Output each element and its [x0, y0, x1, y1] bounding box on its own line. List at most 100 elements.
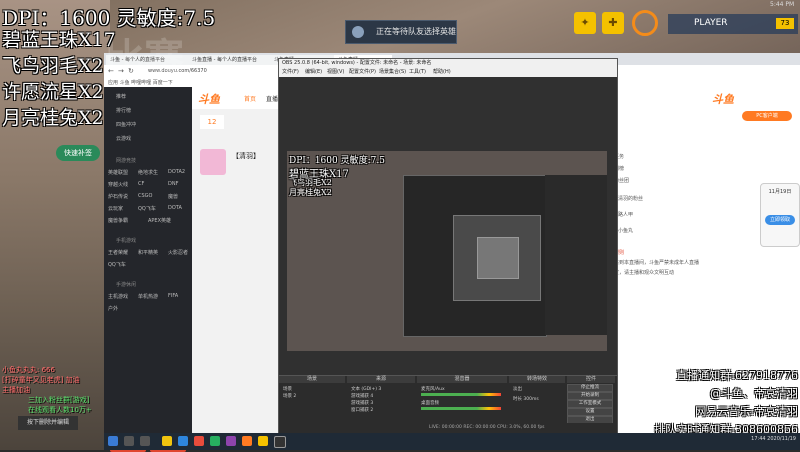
promo-claim-button[interactable]: 立即领取 — [765, 215, 795, 225]
nav-game[interactable]: CSGO — [138, 193, 152, 199]
douyu-app-icon[interactable] — [242, 436, 252, 446]
stop-stream-button[interactable]: 停止推流 — [567, 384, 613, 392]
overwatch-logo-icon — [632, 10, 658, 36]
obs-menu-item[interactable]: 视图(V) — [327, 68, 344, 77]
nav-game[interactable]: CF — [138, 181, 144, 187]
mixer-channel: 桌面音频 — [421, 401, 439, 406]
player-card[interactable]: PLAYER 73 — [668, 14, 798, 34]
nav-mobile-game[interactable]: 王者荣耀 — [108, 249, 128, 256]
obs-app-icon[interactable] — [274, 436, 286, 448]
source-item[interactable]: 游戏捕获 4 — [351, 393, 373, 399]
start-menu-icon[interactable] — [108, 436, 118, 446]
tray-clock[interactable]: 17:44 2020/11/19 — [751, 436, 796, 442]
browser-tab[interactable]: 斗鱼直播 - 每个人的直播平台 — [188, 55, 274, 65]
gift-count-text: 飞鸟羽毛X2 — [2, 55, 104, 77]
promo-popup[interactable]: 11月19日 立即领取 — [760, 183, 800, 247]
scene-item[interactable]: 场景 2 — [283, 393, 296, 399]
source-item[interactable]: 窗口捕获 2 — [351, 407, 373, 413]
group-icon[interactable]: ✦ — [574, 12, 596, 34]
nav-item-fish[interactable]: 四鱼冲冲 — [116, 121, 136, 128]
nav-other[interactable]: FIFA — [168, 293, 178, 299]
transition-duration[interactable]: 时长 300ms — [513, 396, 539, 402]
nav-mobile-game[interactable]: QQ飞车 — [108, 261, 126, 268]
edge-browser-icon[interactable] — [178, 436, 188, 446]
header-link-live[interactable]: 直播 — [266, 94, 278, 103]
gift-count-text: 月亮桂兔X2 — [2, 107, 104, 129]
obs-menu-item[interactable]: 配置文件(P) — [349, 68, 376, 77]
nav-item-cloud[interactable]: 云游戏 — [116, 135, 131, 142]
player-level: 73 — [776, 18, 794, 29]
player-name: PLAYER — [694, 18, 728, 28]
nav-game[interactable]: 绝地求生 — [138, 169, 158, 176]
obs-window: OBS 25.0.8 (64-bit, windows) - 配置文件: 未命名… — [278, 58, 618, 438]
gift-count-text: 碧蓝王珠X17 — [2, 29, 116, 51]
obs-menu-item[interactable]: 工具(T) — [409, 68, 426, 77]
chrome-icon[interactable] — [258, 436, 268, 446]
chat-line: 三加入粉丝群[游戏] — [28, 396, 90, 404]
nav-game[interactable]: DOTA2 — [168, 169, 185, 175]
dock-header-sources: 来源 — [347, 376, 415, 383]
chat-message: 欢迎来到本直播间，斗鱼严禁未成年人直播 — [604, 260, 700, 266]
nav-game[interactable]: QQ飞车 — [138, 205, 156, 212]
nav-game[interactable]: DNF — [168, 181, 178, 187]
obs-title: OBS 25.0.8 (64-bit, windows) - 配置文件: 未命名… — [282, 60, 432, 66]
mixer-meter — [421, 393, 501, 396]
header-link-home[interactable]: 首页 — [244, 94, 256, 103]
obs-menu-item[interactable]: 编辑(E) — [305, 68, 322, 77]
nav-other[interactable]: 单机热游 — [138, 293, 158, 300]
nested-gift-text: 月亮桂兔X2 — [289, 188, 332, 197]
top-right-clock: 5:44 PM — [770, 1, 795, 8]
nav-game[interactable]: 云玩家 — [108, 205, 123, 212]
nav-mobile-game[interactable]: 和平精英 — [138, 249, 158, 256]
source-item[interactable]: 游戏捕获 3 — [351, 400, 373, 406]
rank-name: 小鱼丸 — [618, 228, 634, 234]
obs-menu-item[interactable]: 场景集合(S) — [379, 68, 406, 77]
queue-text: 正在等待队友选择英雄 — [376, 27, 456, 36]
scene-item[interactable]: 场景 — [283, 386, 292, 392]
nav-game[interactable]: 穿越火线 — [108, 181, 128, 188]
dock-header-transitions: 转场特效 — [509, 376, 565, 383]
stream-chat-overlay: 小鱼丸丸丸: 666 [打碎童年又见老虎] 加油 主播加油 三加入粉丝群[游戏]… — [0, 355, 104, 415]
side-badge[interactable]: 快速补签 — [56, 145, 100, 161]
obs-menu-item[interactable]: 帮助(H) — [433, 68, 451, 77]
nav-game[interactable]: 魔兽争霸 — [108, 217, 128, 224]
douyu-left-nav: 推荐 排行榜 四鱼冲冲 云游戏 网游竞技 英雄联盟 绝地求生 DOTA2 穿越火… — [104, 87, 192, 452]
nav-other[interactable]: 主机游戏 — [108, 293, 128, 300]
dock-header-scenes: 场景 — [279, 376, 345, 383]
delete-edit-button[interactable]: 按下删除并编辑 — [18, 416, 78, 430]
app-icon[interactable] — [194, 436, 204, 446]
douyu-logo[interactable]: 斗鱼 — [198, 91, 220, 107]
app-icon[interactable] — [226, 436, 236, 446]
chat-line: 小鱼丸丸丸: 666 — [2, 366, 55, 374]
settings-button[interactable]: 设置 — [567, 408, 613, 416]
mixer-channel: 麦克风/Aux — [421, 387, 445, 392]
search-icon[interactable] — [124, 436, 134, 446]
nav-game[interactable]: 炉石传说 — [108, 193, 128, 200]
social-icon[interactable]: ✚ — [602, 12, 624, 34]
nav-item-rank[interactable]: 排行榜 — [116, 107, 131, 114]
obs-menu-item[interactable]: 文件(F) — [282, 68, 299, 77]
nav-section-other: 手游休闲 — [116, 282, 137, 288]
task-view-icon[interactable] — [140, 436, 150, 446]
nav-game[interactable]: 魔兽 — [168, 193, 178, 200]
douyu-handle-text: @斗鱼、帝哀清羽 — [710, 387, 798, 400]
file-explorer-icon[interactable] — [162, 436, 172, 446]
douyu-logo-right[interactable]: 斗鱼 — [712, 91, 734, 107]
rank-name: 路人甲 — [618, 212, 634, 218]
tournament-watermark: 比赛 — [104, 36, 184, 82]
studio-mode-button[interactable]: 工作室模式 — [567, 400, 613, 408]
source-item[interactable]: 文本 (GDI+) 3 — [351, 386, 381, 392]
nav-section-hot: 网游竞技 — [116, 158, 137, 164]
nav-game[interactable]: APEX英雄 — [148, 217, 171, 224]
nav-item-recommend[interactable]: 推荐 — [116, 93, 126, 100]
nav-other[interactable]: 户外 — [108, 305, 118, 312]
pc-client-pill[interactable]: PC客户端 — [742, 111, 792, 121]
app-icon[interactable] — [210, 436, 220, 446]
transition-type[interactable]: 淡出 — [513, 386, 522, 392]
nav-game[interactable]: DOTA — [168, 205, 182, 211]
nav-mobile-game[interactable]: 火影忍者 — [168, 249, 188, 256]
nav-game[interactable]: 英雄联盟 — [108, 169, 128, 176]
start-record-button[interactable]: 开始录制 — [567, 392, 613, 400]
obs-status-text: LIVE: 00:00:00 REC: 00:00:00 CPU: 3.0%, … — [429, 425, 545, 430]
streamer-avatar[interactable] — [200, 149, 226, 175]
